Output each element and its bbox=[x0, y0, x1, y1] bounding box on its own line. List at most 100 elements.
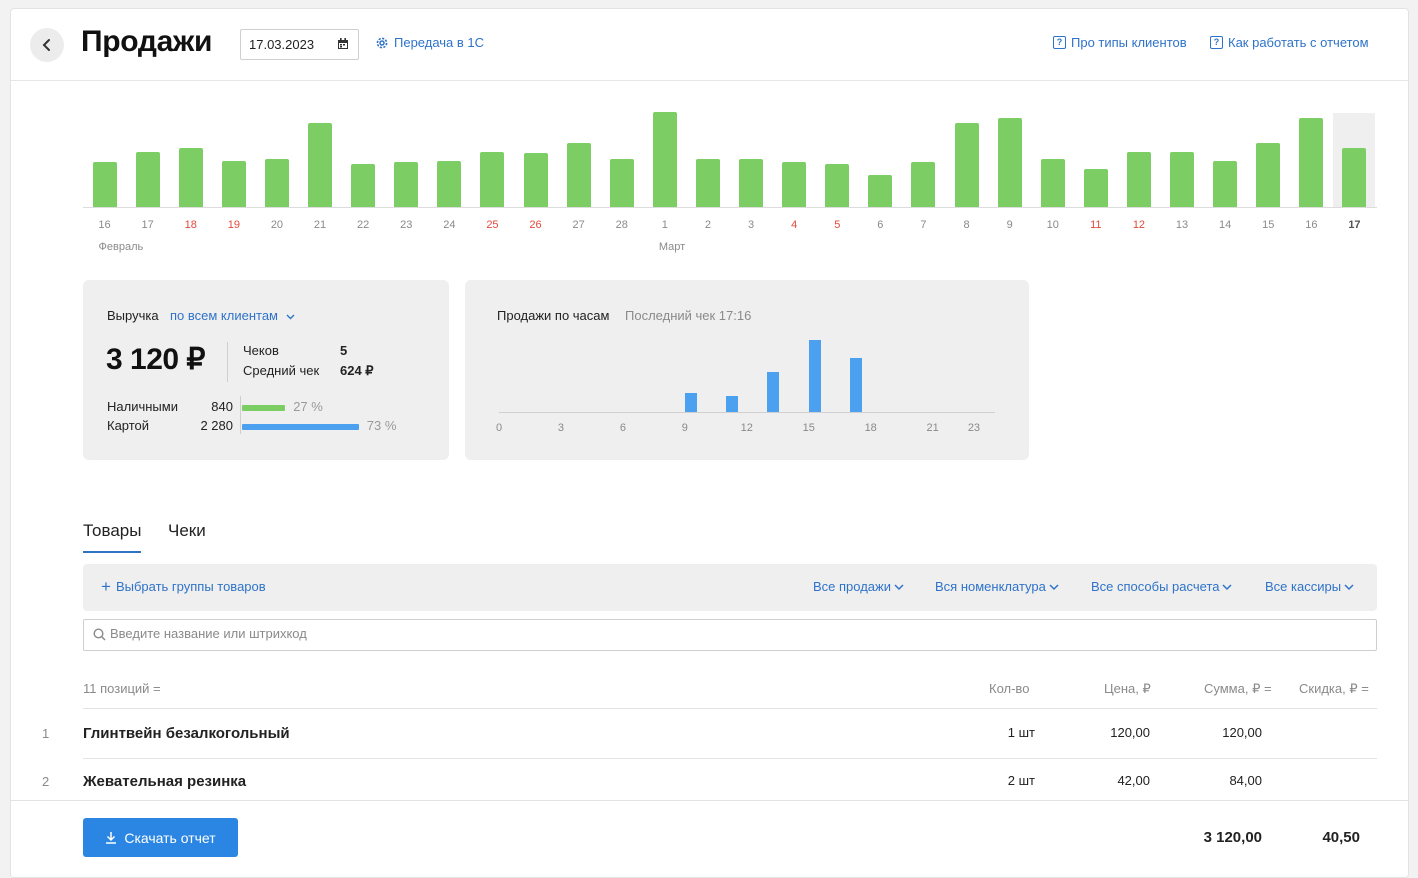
hourly-title: Продажи по часам bbox=[497, 308, 610, 323]
day-bar[interactable] bbox=[1213, 161, 1238, 207]
day-tick-label: 5 bbox=[834, 219, 841, 231]
help-report-link[interactable]: ? Как работать с отчетом bbox=[1210, 35, 1369, 50]
select-product-groups-label: Выбрать группы товаров bbox=[115, 579, 266, 594]
all-nomenclature-dropdown[interactable]: Вся номенклатура bbox=[935, 579, 1059, 594]
day-tick-label: 16 bbox=[1305, 219, 1318, 231]
footer-bar: Скачать отчет 3 120,00 40,50 bbox=[11, 800, 1408, 877]
sum-header[interactable]: Сумма, ₽ = bbox=[1204, 681, 1272, 697]
product-name: Глинтвейн безалкогольный bbox=[83, 725, 290, 742]
day-tick-label: 6 bbox=[877, 219, 884, 231]
hour-tick-label: 9 bbox=[681, 422, 688, 434]
day-bar[interactable] bbox=[1342, 148, 1367, 207]
day-tick-label: 23 bbox=[400, 219, 413, 231]
day-bar[interactable] bbox=[480, 152, 505, 207]
day-tick-label: 2 bbox=[704, 219, 711, 231]
divider bbox=[83, 758, 1377, 759]
select-product-groups-button[interactable]: + Выбрать группы товаров bbox=[101, 578, 266, 595]
calendar-icon bbox=[338, 38, 348, 49]
day-bar[interactable] bbox=[178, 148, 203, 207]
all-cashiers-dropdown[interactable]: Все кассиры bbox=[1265, 579, 1354, 594]
day-bar[interactable] bbox=[351, 164, 376, 207]
hour-bar[interactable] bbox=[850, 358, 863, 412]
transfer-1c-link[interactable]: Передача в 1С bbox=[375, 35, 484, 50]
help-client-types-label: Про типы клиентов bbox=[1071, 35, 1187, 50]
all-sales-label: Все продажи bbox=[813, 579, 891, 594]
day-bar[interactable] bbox=[954, 123, 979, 207]
day-bar[interactable] bbox=[135, 152, 160, 207]
day-bar[interactable] bbox=[911, 162, 936, 207]
day-tick-label: 7 bbox=[920, 219, 927, 231]
hour-bar[interactable] bbox=[767, 372, 780, 412]
positions-count-header[interactable]: 11 позиций = bbox=[83, 681, 161, 696]
product-name: Жевательная резинка bbox=[83, 773, 247, 790]
row-sum: 84,00 bbox=[1229, 773, 1262, 788]
day-bar[interactable] bbox=[1299, 118, 1324, 207]
day-tick-label: 13 bbox=[1175, 219, 1189, 231]
day-bar[interactable] bbox=[566, 143, 591, 207]
row-qty: 2 шт bbox=[1007, 773, 1035, 788]
day-bar[interactable] bbox=[825, 164, 850, 207]
divider bbox=[227, 342, 228, 382]
day-bar[interactable] bbox=[1126, 152, 1151, 207]
day-bar[interactable] bbox=[437, 161, 462, 207]
payment-method-name: Наличными bbox=[107, 399, 178, 414]
tab-products[interactable]: Товары bbox=[83, 521, 142, 553]
day-tick-label: 8 bbox=[963, 219, 970, 231]
month-label: Март bbox=[658, 241, 686, 253]
last-check-text: Последний чек 17:16 bbox=[625, 308, 752, 323]
hour-tick-label: 15 bbox=[802, 422, 815, 434]
day-tick-label: 15 bbox=[1262, 219, 1275, 231]
day-bar[interactable] bbox=[739, 159, 764, 207]
help-client-types-link[interactable]: ? Про типы клиентов bbox=[1053, 35, 1187, 50]
hour-bar[interactable] bbox=[726, 396, 739, 412]
day-bar[interactable] bbox=[1040, 159, 1065, 207]
day-tick-label: 16 bbox=[98, 219, 111, 231]
discount-header[interactable]: Скидка, ₽ = bbox=[1299, 681, 1369, 697]
day-bar[interactable] bbox=[523, 153, 548, 207]
sales-report-window: Продажи 17.03.2023 Передача в 1С ? Про т… bbox=[10, 8, 1409, 878]
day-tick-label: 24 bbox=[443, 219, 456, 231]
day-bar[interactable] bbox=[264, 159, 289, 207]
payment-row: Наличными 840 27 % bbox=[107, 399, 437, 415]
day-bar[interactable] bbox=[92, 162, 117, 207]
hour-tick-label: 6 bbox=[619, 422, 626, 434]
day-bar[interactable] bbox=[1083, 169, 1108, 207]
download-report-button[interactable]: Скачать отчет bbox=[83, 818, 238, 857]
all-sales-dropdown[interactable]: Все продажи bbox=[813, 579, 904, 594]
day-bar[interactable] bbox=[695, 159, 720, 207]
tab-checks[interactable]: Чеки bbox=[168, 521, 206, 541]
day-tick-label: 25 bbox=[486, 219, 499, 231]
chevron-down-icon bbox=[286, 314, 295, 320]
day-tick-label: 9 bbox=[1006, 219, 1013, 231]
date-picker[interactable]: 17.03.2023 bbox=[240, 29, 359, 60]
row-number: 2 bbox=[42, 774, 50, 789]
date-value: 17.03.2023 bbox=[249, 37, 315, 52]
revenue-card: Выручка по всем клиентам 3 120 ₽ Чеков 5… bbox=[83, 280, 449, 460]
hour-bar[interactable] bbox=[684, 392, 697, 412]
client-filter-dropdown[interactable]: по всем клиентам bbox=[170, 308, 295, 323]
page-title: Продажи bbox=[81, 25, 213, 58]
day-bar[interactable] bbox=[1256, 143, 1281, 207]
day-bar[interactable] bbox=[868, 175, 893, 207]
hour-bar[interactable] bbox=[808, 340, 821, 412]
day-bar[interactable] bbox=[609, 159, 634, 207]
avg-check-label: Средний чек bbox=[243, 363, 320, 378]
day-bar[interactable] bbox=[652, 112, 677, 207]
discount-header-label: Скидка, ₽ bbox=[1299, 681, 1358, 696]
day-tick-label: 1 bbox=[661, 219, 668, 231]
chevron-down-icon bbox=[1049, 584, 1059, 591]
price-header: Цена, ₽ bbox=[1104, 681, 1151, 696]
all-payment-methods-dropdown[interactable]: Все способы расчета bbox=[1091, 579, 1233, 594]
day-bar[interactable] bbox=[394, 162, 419, 207]
day-bar[interactable] bbox=[221, 161, 246, 207]
row-number: 1 bbox=[42, 726, 50, 741]
search-input[interactable] bbox=[110, 626, 1310, 641]
all-nomenclature-label: Вся номенклатура bbox=[935, 579, 1046, 594]
day-tick-label: 11 bbox=[1090, 219, 1102, 231]
day-bar[interactable] bbox=[782, 162, 807, 207]
day-bar[interactable] bbox=[308, 123, 333, 207]
back-button[interactable] bbox=[30, 28, 64, 62]
day-bar[interactable] bbox=[1170, 152, 1195, 207]
day-tick-label: 26 bbox=[529, 219, 542, 231]
day-bar[interactable] bbox=[997, 118, 1022, 207]
